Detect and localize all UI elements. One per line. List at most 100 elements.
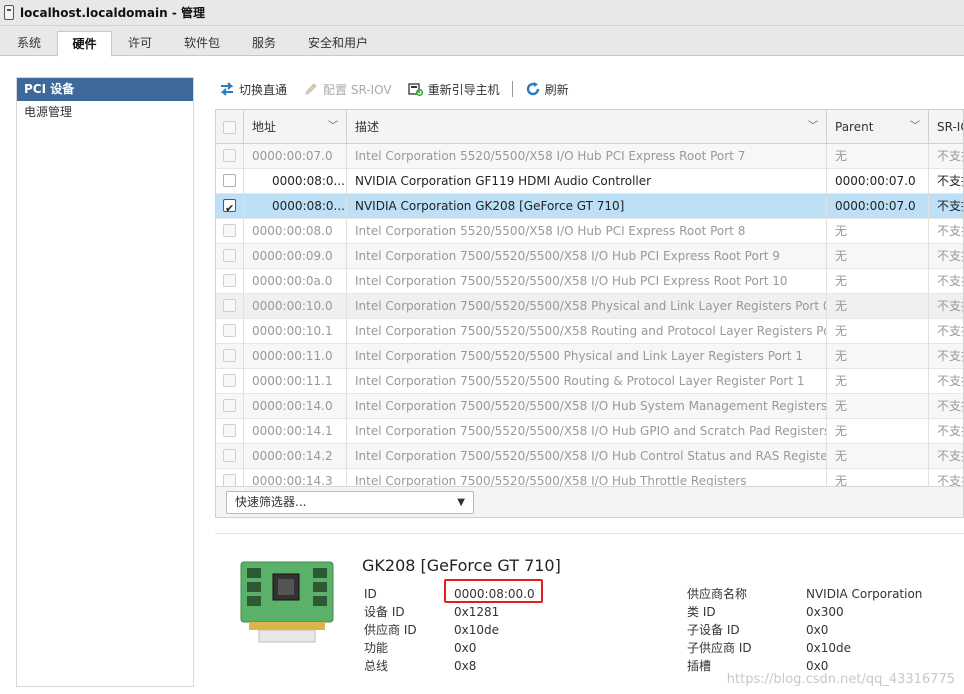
tab-security-users[interactable]: 安全和用户 [300,31,376,57]
cell-description: NVIDIA Corporation GK208 [GeForce GT 710… [347,194,827,219]
table-row[interactable]: 0000:00:10.0 Intel Corporation 7500/5520… [216,294,963,319]
row-checkbox[interactable] [223,449,236,462]
swap-arrows-icon [220,82,234,96]
chevron-down-icon[interactable]: ﹀ [808,110,818,144]
table-row[interactable]: 0000:00:14.2 Intel Corporation 7500/5520… [216,444,963,469]
cell-description: Intel Corporation 7500/5520/5500/X58 Phy… [347,294,827,319]
column-header-sriov[interactable]: SR-IOV [929,110,963,144]
table-row[interactable]: 0000:00:07.0 Intel Corporation 5520/5500… [216,144,963,169]
row-checkbox-checked[interactable] [223,197,236,219]
row-checkbox[interactable] [223,424,236,437]
row-checkbox[interactable] [223,324,236,337]
reboot-host-button[interactable]: 重新引导主机 [407,81,500,98]
row-checkbox[interactable] [223,299,236,312]
detail-label: 设备 ID [364,605,405,619]
table-row[interactable]: 0000:00:09.0 Intel Corporation 7500/5520… [216,244,963,269]
toggle-passthrough-button[interactable]: 切换直通 [219,81,287,98]
row-checkbox[interactable] [223,474,236,486]
cell-parent: 无 [827,219,929,244]
detail-value: 0x8 [454,659,477,673]
tab-system[interactable]: 系统 [8,31,50,57]
cell-description: Intel Corporation 7500/5520/5500 Physica… [347,344,827,369]
detail-label: 功能 [364,641,389,655]
table-row-selected[interactable]: 0000:08:0... NVIDIA Corporation GK208 [G… [216,194,963,219]
dropdown-arrow-icon: ▼ [457,497,465,508]
cell-description: Intel Corporation 7500/5520/5500/X58 I/O… [347,244,827,269]
row-checkbox[interactable] [223,249,236,262]
cell-parent: 无 [827,319,929,344]
detail-value: 0x10de [806,641,852,655]
cell-address: 0000:00:14.1 [244,419,347,444]
cell-sriov: 不支持 [929,194,963,219]
cell-description: Intel Corporation 7500/5520/5500/X58 I/O… [347,469,827,486]
column-header-parent[interactable]: Parent ﹀ [827,110,929,144]
table-row[interactable]: 0000:00:0a.0 Intel Corporation 7500/5520… [216,269,963,294]
tab-hardware[interactable]: 硬件 [57,31,112,57]
cell-sriov: 不支持 [929,444,963,469]
table-row[interactable]: 0000:08:0... NVIDIA Corporation GF119 HD… [216,169,963,194]
cell-parent: 无 [827,344,929,369]
cell-address: 0000:00:10.0 [244,294,347,319]
cell-parent: 无 [827,369,929,394]
detail-label: 类 ID [687,605,716,619]
detail-value: 0x0 [806,623,829,637]
select-all-checkbox[interactable] [223,121,236,134]
chevron-down-icon[interactable]: ﹀ [328,110,338,144]
refresh-button[interactable]: 刷新 [525,81,569,98]
cell-parent: 无 [827,294,929,319]
cell-address: 0000:00:14.3 [244,469,347,486]
row-checkbox[interactable] [223,174,236,187]
cell-address: 0000:00:08.0 [244,219,347,244]
column-header-address[interactable]: 地址 ﹀ [244,110,347,144]
table-row[interactable]: 0000:00:08.0 Intel Corporation 5520/5500… [216,219,963,244]
tab-license[interactable]: 许可 [118,31,162,57]
table-row[interactable]: 0000:00:14.1 Intel Corporation 7500/5520… [216,419,963,444]
tab-services[interactable]: 服务 [243,31,285,57]
reboot-host-icon [407,83,423,96]
table-row[interactable]: 0000:00:11.1 Intel Corporation 7500/5520… [216,369,963,394]
sidebar-item-pci-devices[interactable]: PCI 设备 [17,78,193,101]
cell-description: Intel Corporation 5520/5500/X58 I/O Hub … [347,219,827,244]
toolbar: 切换直通 配置 SR-IOV 重新引导主机 刷新 [219,78,585,100]
cell-address: 0000:00:10.1 [244,319,347,344]
pci-device-grid: 地址 ﹀ 描述 ﹀ Parent ﹀ SR-IOV 0000:00:07.0 I… [215,109,964,518]
table-row[interactable]: 0000:00:10.1 Intel Corporation 7500/5520… [216,319,963,344]
device-title: GK208 [GeForce GT 710] [362,556,561,575]
cell-address: 0000:00:0a.0 [244,269,347,294]
cell-address: 0000:00:14.2 [244,444,347,469]
row-checkbox[interactable] [223,374,236,387]
cell-sriov: 不支持 [929,419,963,444]
row-checkbox[interactable] [223,224,236,237]
cell-address: 0000:00:09.0 [244,244,347,269]
cell-sriov: 不支持 [929,469,963,486]
cell-parent: 0000:00:07.0 [827,194,929,219]
detail-value: 0x1281 [454,605,500,619]
configure-sriov-button[interactable]: 配置 SR-IOV [303,81,392,98]
cell-description: NVIDIA Corporation GF119 HDMI Audio Cont… [347,169,827,194]
graphics-card-icon [240,561,334,643]
cell-description: Intel Corporation 7500/5520/5500/X58 I/O… [347,394,827,419]
tab-packages[interactable]: 软件包 [176,31,228,57]
sidebar-item-power-management[interactable]: 电源管理 [17,101,193,124]
cell-description: Intel Corporation 7500/5520/5500/X58 Rou… [347,319,827,344]
cell-sriov: 不支持 [929,294,963,319]
cell-sriov: 不支持 [929,369,963,394]
column-header-description-label: 描述 [355,120,380,134]
detail-label: 供应商名称 [687,587,748,601]
column-header-description[interactable]: 描述 ﹀ [347,110,827,144]
detail-label: 供应商 ID [364,623,417,637]
table-row[interactable]: 0000:00:14.0 Intel Corporation 7500/5520… [216,394,963,419]
row-checkbox[interactable] [223,399,236,412]
row-checkbox[interactable] [223,349,236,362]
cell-sriov: 不支持 [929,269,963,294]
chevron-down-icon[interactable]: ﹀ [910,110,920,144]
table-row[interactable]: 0000:00:11.0 Intel Corporation 7500/5520… [216,344,963,369]
row-checkbox[interactable] [223,149,236,162]
cell-sriov: 不支持 [929,169,963,194]
cell-description: Intel Corporation 7500/5520/5500/X58 I/O… [347,419,827,444]
cell-address: 0000:08:0... [244,169,347,194]
table-row[interactable]: 0000:00:14.3 Intel Corporation 7500/5520… [216,469,963,486]
row-checkbox[interactable] [223,274,236,287]
quick-filter-dropdown[interactable]: 快速筛选器... ▼ [226,491,474,514]
grid-rows: 0000:00:07.0 Intel Corporation 5520/5500… [216,144,963,486]
